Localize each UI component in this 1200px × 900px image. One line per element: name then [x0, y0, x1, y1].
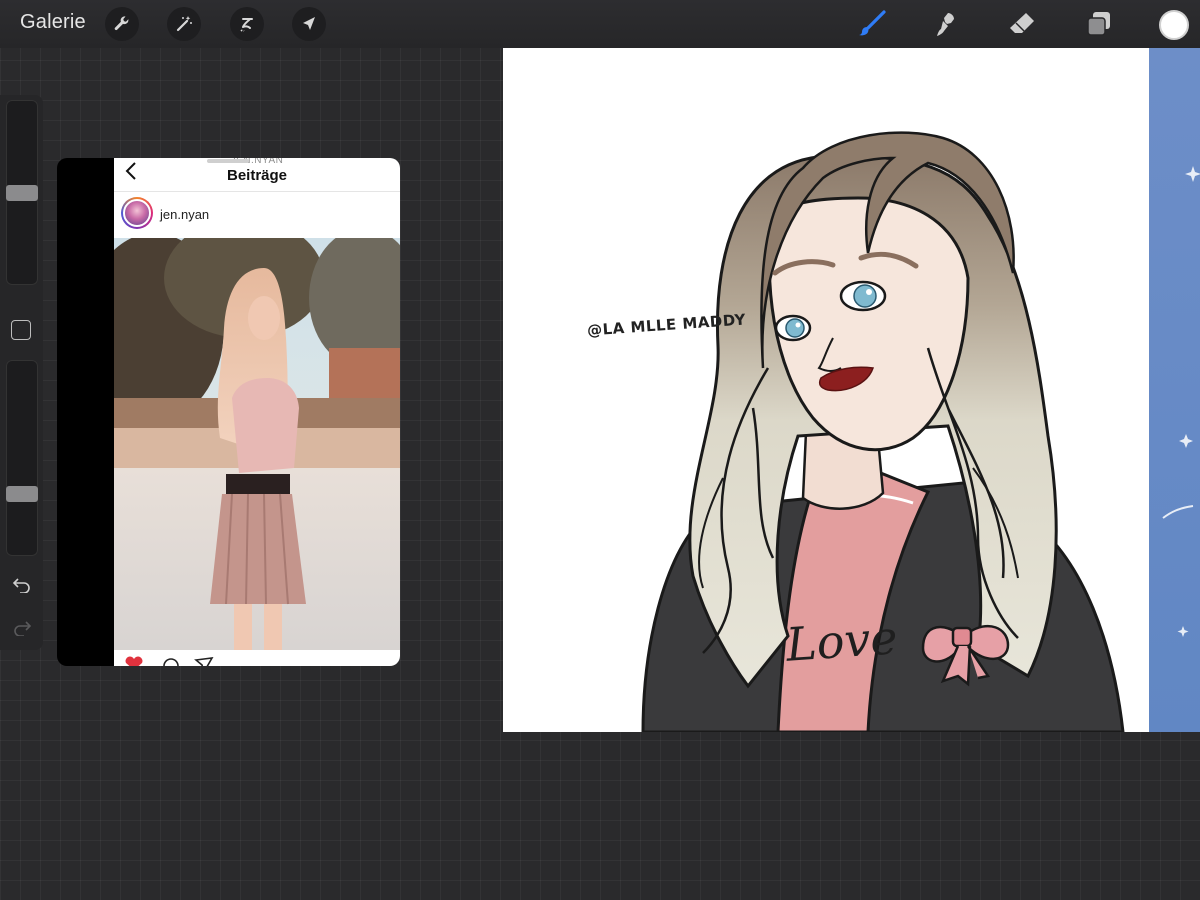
redo-button[interactable] [10, 618, 34, 638]
avatar [121, 197, 153, 229]
like-heart-icon [125, 656, 143, 666]
smudge-icon [937, 13, 954, 36]
comment-icon [163, 658, 179, 666]
layers-tool[interactable] [1083, 8, 1115, 40]
posts-title: Beiträge [226, 167, 288, 184]
post-username: jen.nyan [160, 207, 210, 222]
opacity-slider[interactable] [6, 360, 38, 556]
selection-button[interactable] [230, 7, 264, 41]
eraser-tool[interactable] [1006, 8, 1038, 40]
profile-username-label: JEN.NYAN [230, 158, 284, 166]
transform-arrow-icon [303, 17, 315, 30]
blue-paper-strip [1149, 48, 1200, 732]
brush-icon [859, 10, 886, 36]
shirt-text: Love [784, 610, 900, 672]
reference-window[interactable]: JEN.NYAN Beiträge jen.nyan [57, 158, 400, 666]
post-actions [114, 656, 400, 666]
actions-button[interactable] [105, 7, 139, 41]
undo-icon [12, 578, 30, 593]
wrench-icon [114, 16, 129, 31]
share-icon [194, 657, 214, 666]
undo-button[interactable] [10, 575, 34, 595]
top-toolbar: Galerie [0, 0, 1200, 48]
post-photo [114, 238, 400, 650]
magic-wand-icon [176, 16, 192, 32]
redo-icon [14, 621, 32, 636]
modify-button[interactable] [11, 320, 31, 340]
selection-icon [240, 18, 253, 32]
brush-tool[interactable] [856, 8, 888, 40]
opacity-thumb[interactable] [6, 486, 38, 502]
eraser-icon [1010, 13, 1034, 33]
smudge-tool[interactable] [930, 8, 962, 40]
brush-size-thumb[interactable] [6, 184, 38, 201]
instagram-header: JEN.NYAN Beiträge [114, 158, 400, 192]
reference-drag-handle[interactable] [207, 159, 249, 163]
post-header: jen.nyan [114, 194, 400, 236]
adjustments-button[interactable] [167, 7, 201, 41]
drawing-canvas[interactable]: @LA MLLE MADDY Love [503, 48, 1200, 732]
instagram-screenshot: JEN.NYAN Beiträge jen.nyan [114, 158, 400, 666]
color-picker-swatch[interactable] [1159, 10, 1189, 40]
gallery-button[interactable]: Galerie [20, 11, 86, 34]
brush-size-slider[interactable] [6, 100, 38, 285]
layers-icon [1087, 12, 1110, 36]
left-sidebar [0, 95, 43, 650]
transform-button[interactable] [292, 7, 326, 41]
